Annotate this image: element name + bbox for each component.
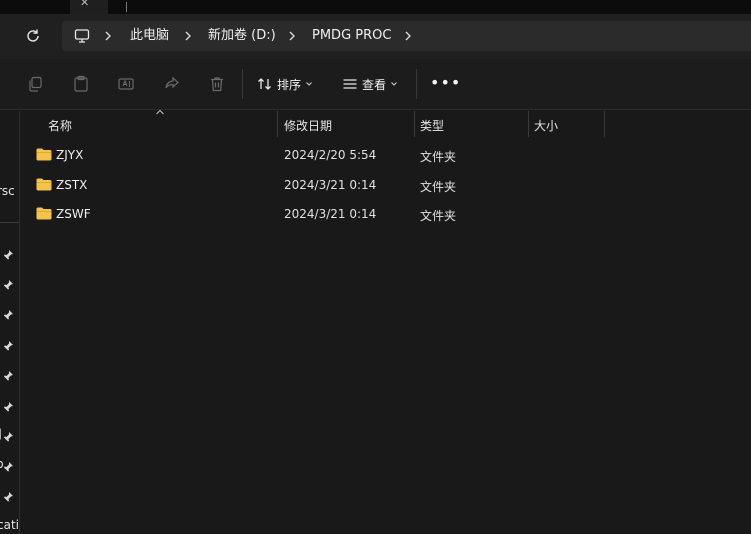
breadcrumb-pmdg-proc[interactable]: PMDG PROC [312,28,391,44]
this-pc-icon[interactable] [74,28,90,44]
folder-icon [36,207,52,220]
rename-icon[interactable] [117,75,135,93]
column-header-modified[interactable]: 修改日期 [284,117,332,134]
nav-item-partial-glyph[interactable]: ] [0,427,2,441]
table-row[interactable]: ZSWF 2024/3/21 0:14 文件夹 [21,199,621,229]
breadcrumb-this-pc[interactable]: 此电脑 [130,28,169,44]
copy-icon[interactable] [26,75,44,93]
column-header-size[interactable]: 大小 [534,117,558,134]
chevron-right-icon[interactable] [102,28,114,44]
column-resize-handle[interactable] [277,111,278,137]
chevron-right-icon[interactable] [182,28,194,44]
pin-icon[interactable] [3,401,14,412]
refresh-icon[interactable] [24,27,42,45]
chevron-down-icon [306,82,312,86]
sort-label: 排序 [277,77,302,92]
address-bar[interactable]: 此电脑 新加卷 (D:) PMDG PROC [62,21,751,51]
sort-ascending-icon [156,109,164,115]
pin-icon[interactable] [3,279,14,290]
file-modified: 2024/3/21 0:14 [284,178,377,192]
view-button[interactable]: 查看 [342,74,398,94]
column-header-name[interactable]: 名称 [48,117,72,134]
navigation-pane: rsc ] b cati [0,111,20,534]
folder-icon [36,178,52,191]
close-tab-icon[interactable]: ✕ [80,0,89,9]
chevron-right-icon[interactable] [402,28,414,44]
pin-icon[interactable] [3,370,14,381]
more-options-icon[interactable]: ••• [430,73,461,92]
column-header-type[interactable]: 类型 [420,117,444,134]
view-list-icon [343,79,357,89]
column-headers: 名称 修改日期 类型 大小 [21,109,751,137]
file-type: 文件夹 [420,209,457,223]
file-modified: 2024/3/21 0:14 [284,207,377,221]
file-name[interactable]: ZSTX [56,178,87,192]
address-row: 此电脑 新加卷 (D:) PMDG PROC [0,14,751,59]
chevron-down-icon [391,82,397,86]
title-strip: ✕ [0,0,751,14]
chevron-right-icon[interactable] [286,28,298,44]
pin-icon[interactable] [3,309,14,320]
breadcrumb-drive-d[interactable]: 新加卷 (D:) [208,28,276,44]
toolbar-divider [242,69,243,99]
sort-icon [258,78,271,90]
paste-icon[interactable] [72,75,90,93]
pin-icon[interactable] [3,431,14,442]
file-name[interactable]: ZSWF [56,207,91,221]
view-label: 查看 [362,77,387,92]
file-type: 文件夹 [420,180,457,194]
nav-item-partial-label[interactable]: rsc [0,184,15,198]
column-resize-handle[interactable] [604,111,605,137]
pin-icon[interactable] [3,249,14,260]
pin-icon[interactable] [3,491,14,502]
pin-icon[interactable] [3,461,14,472]
sort-button[interactable]: 排序 [257,74,313,94]
nav-item-partial-label[interactable]: cati [0,518,19,532]
tab-divider [126,2,127,12]
folder-icon [36,148,52,161]
file-name[interactable]: ZJYX [56,148,83,162]
toolbar-divider [416,69,417,99]
command-bar: 排序 查看 ••• [0,59,751,110]
table-row[interactable]: ZJYX 2024/2/20 5:54 文件夹 [21,140,621,170]
share-icon[interactable] [163,75,181,93]
file-modified: 2024/2/20 5:54 [284,148,377,162]
pin-icon[interactable] [3,340,14,351]
nav-divider [0,222,19,223]
file-type: 文件夹 [420,150,457,164]
delete-icon[interactable] [208,75,226,93]
table-row[interactable]: ZSTX 2024/3/21 0:14 文件夹 [21,170,621,200]
column-resize-handle[interactable] [528,111,529,137]
file-list: 名称 修改日期 类型 大小 ZJYX 2024/2/20 5:54 文件夹 ZS… [21,109,751,534]
column-resize-handle[interactable] [414,111,415,137]
